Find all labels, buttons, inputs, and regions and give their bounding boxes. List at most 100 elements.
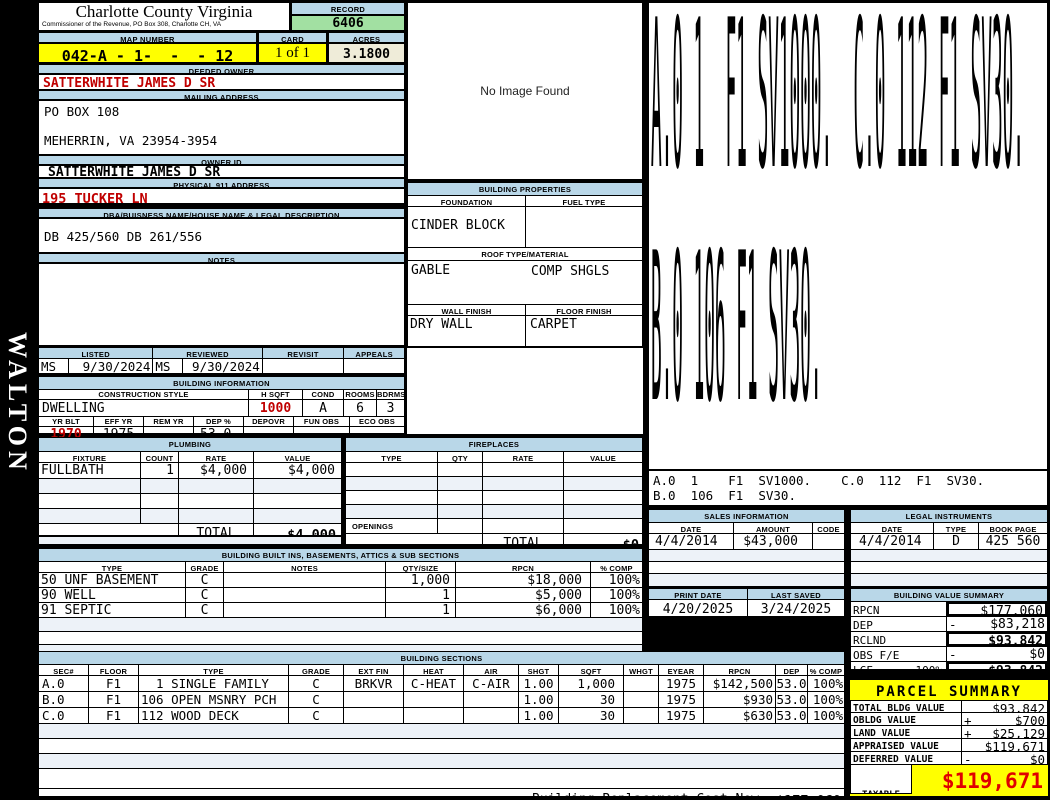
sales-col-code: CODE — [813, 523, 844, 533]
revisit-label: REVISIT — [263, 348, 345, 358]
acres-value: 3.1800 — [328, 43, 405, 63]
owner-id-value: SATTERWHITE JAMES D SR — [38, 165, 405, 178]
bdrms-label: BDRMS — [377, 390, 404, 399]
building-value-summary-title: BUILDING VALUE SUMMARY — [851, 589, 1047, 602]
value-summary-row: DEP - $83,218 — [851, 617, 1047, 632]
sketch-legend: A.0 1 F1 SV1000. C.0 112 F1 SV30. B.0 10… — [648, 470, 1048, 506]
map-number-label: MAP NUMBER — [38, 32, 257, 43]
rooms-value: 6 — [344, 400, 377, 416]
roof-material-value: COMP SHGLS — [531, 264, 609, 279]
sketch-legend-line1: A.0 1 F1 SV1000. C.0 112 F1 SV30. — [649, 471, 1047, 487]
construction-style-value: DWELLING — [39, 400, 249, 416]
mailing-line2: MEHERRIN, VA 23954-3954 — [39, 118, 404, 147]
card-label: CARD — [258, 32, 327, 43]
listed-date: 9/30/2024 — [69, 359, 154, 375]
bs-col-air: AIR — [464, 665, 519, 675]
depovr-label: DEPOVR — [244, 417, 294, 426]
sales-information-title: SALES INFORMATION — [649, 510, 844, 523]
fireplaces-table: FIREPLACES TYPE QTY RATE VALUE OPENINGS … — [345, 437, 643, 545]
card-value: 1 of 1 — [258, 43, 327, 63]
plumbing-row: FULLBATH 1 $4,000 $4,000 — [39, 463, 341, 479]
parcel-summary-row: DEFERRED VALUE - $0 — [850, 752, 1048, 765]
sales-col-amount: AMOUNT — [734, 523, 813, 533]
last-saved-label: LAST SAVED — [748, 589, 844, 599]
notes-block — [38, 263, 405, 346]
sales-row: 4/4/2014 $43,000 — [649, 534, 844, 550]
value-summary-row: LCF 100% $93,842 — [851, 662, 1047, 677]
bs-col-type: TYPE — [139, 665, 289, 675]
sketch-panel: A.0 1 F1 SV1000. C.0 112 F1 SV30. B.0 10… — [648, 2, 1048, 470]
reviewed-label: REVIEWED — [153, 348, 262, 358]
building-properties-table: BUILDING PROPERTIES FOUNDATION FUEL TYPE… — [407, 182, 643, 347]
cond-label: COND — [303, 390, 344, 399]
foundation-label: FOUNDATION — [408, 196, 526, 206]
roof-label: ROOF TYPE/MATERIAL — [408, 248, 642, 261]
plumbing-col-count: COUNT — [141, 452, 179, 462]
mailing-address-block: PO BOX 108 MEHERRIN, VA 23954-3954 — [38, 100, 405, 155]
sales-information-table: SALES INFORMATION DATE AMOUNT CODE 4/4/2… — [648, 509, 845, 580]
building-sections-title: BUILDING SECTIONS — [39, 652, 844, 665]
county-title: Charlotte County Virginia — [39, 3, 289, 21]
plumbing-col-value: VALUE — [254, 452, 341, 462]
listed-by: MS — [39, 359, 69, 375]
bs-col-dep: DEP — [776, 665, 808, 675]
foundation-value: CINDER BLOCK — [408, 207, 526, 247]
built-ins-title: BUILDING BUILT INS, BASEMENTS, ATTICS & … — [39, 549, 642, 562]
bs-col-eyear: EYEAR — [659, 665, 704, 675]
legal-col-type: TYPE — [934, 523, 979, 533]
bdrms-value: 3 — [377, 400, 404, 416]
dep-pct-label: DEP % — [194, 417, 244, 426]
acres-label: ACRES — [328, 32, 405, 43]
fireplaces-col-rate: RATE — [483, 452, 564, 462]
map-number-value: 042-A - 1- - - 12 — [38, 43, 257, 63]
yr-blt-label: YR BLT — [39, 417, 94, 426]
value-summary-row: RPCN $177,060 — [851, 602, 1047, 617]
built-ins-col-notes: NOTES — [224, 562, 386, 572]
reviewed-date: 9/30/2024 — [183, 359, 263, 375]
physical-address-value: 195 TUCKER LN — [38, 188, 405, 204]
built-ins-col-comp: % COMP — [591, 562, 642, 572]
rooms-label: ROOMS — [344, 390, 377, 399]
legal-row: 4/4/2014 D 425 560 — [851, 534, 1047, 550]
plumbing-table: PLUMBING FIXTURE COUNT RATE VALUE FULLBA… — [38, 437, 342, 536]
bs-col-whgt: WHGT — [624, 665, 659, 675]
notes-label: NOTES — [38, 253, 405, 263]
appeals-value — [344, 359, 404, 375]
built-ins-row: 50 UNF BASEMENT C 1,000 $18,000 100% — [39, 573, 642, 588]
fireplaces-col-value: VALUE — [564, 452, 642, 462]
print-date-value: 4/20/2025 — [649, 600, 748, 617]
record-value: 6406 — [291, 15, 405, 31]
plumbing-col-fixture: FIXTURE — [39, 452, 141, 462]
photo-panel: No Image Found — [407, 2, 643, 180]
replacement-cost-value: $177,060 — [769, 789, 844, 800]
print-date-label: PRINT DATE — [649, 589, 748, 599]
replacement-cost-label: Building Replacement Cost New — [494, 789, 769, 800]
bs-col-shgt: SHGT — [519, 665, 559, 675]
bs-col-grade: GRADE — [289, 665, 344, 675]
taxable-value-row: TAXABLE VALUE $119,671 — [850, 765, 1048, 794]
deeded-owner-value: SATTERWHITE JAMES D SR — [38, 74, 405, 90]
eff-yr-label: EFF YR — [94, 417, 144, 426]
taxable-value-label: TAXABLE VALUE — [850, 765, 912, 794]
wall-finish-label: WALL FINISH — [408, 305, 526, 315]
mailing-address-label: MAILING ADDRESS — [38, 90, 405, 100]
fireplaces-col-type: TYPE — [346, 452, 438, 462]
record-label: RECORD — [291, 2, 405, 15]
building-properties-title: BUILDING PROPERTIES — [408, 183, 642, 196]
parcel-summary-panel: PARCEL SUMMARY TOTAL BLDG VALUE $93,842 … — [848, 678, 1050, 798]
built-ins-row: 90 WELL C 1 $5,000 100% — [39, 588, 642, 603]
building-information-title: BUILDING INFORMATION — [39, 377, 404, 390]
parcel-summary-row: OBLDG VALUE + $700 — [850, 713, 1048, 726]
plumbing-col-rate: RATE — [179, 452, 254, 462]
built-ins-col-qty: QTY/SIZE — [386, 562, 456, 572]
no-image-text: No Image Found — [480, 84, 569, 98]
building-section-row: C.0 F1 112 WOOD DECK C 1.00 30 1975 $630… — [39, 708, 844, 724]
fuel-type-label: FUEL TYPE — [526, 196, 642, 206]
taxable-value-amount: $119,671 — [912, 765, 1048, 794]
plumbing-title: PLUMBING — [39, 438, 341, 452]
cond-value: A — [303, 400, 344, 416]
built-ins-row: 91 SEPTIC C 1 $6,000 100% — [39, 603, 642, 618]
middle-filler-panel — [407, 348, 643, 434]
bs-col-floor: FLOOR — [89, 665, 139, 675]
bs-col-comp: % COMP — [808, 665, 844, 675]
